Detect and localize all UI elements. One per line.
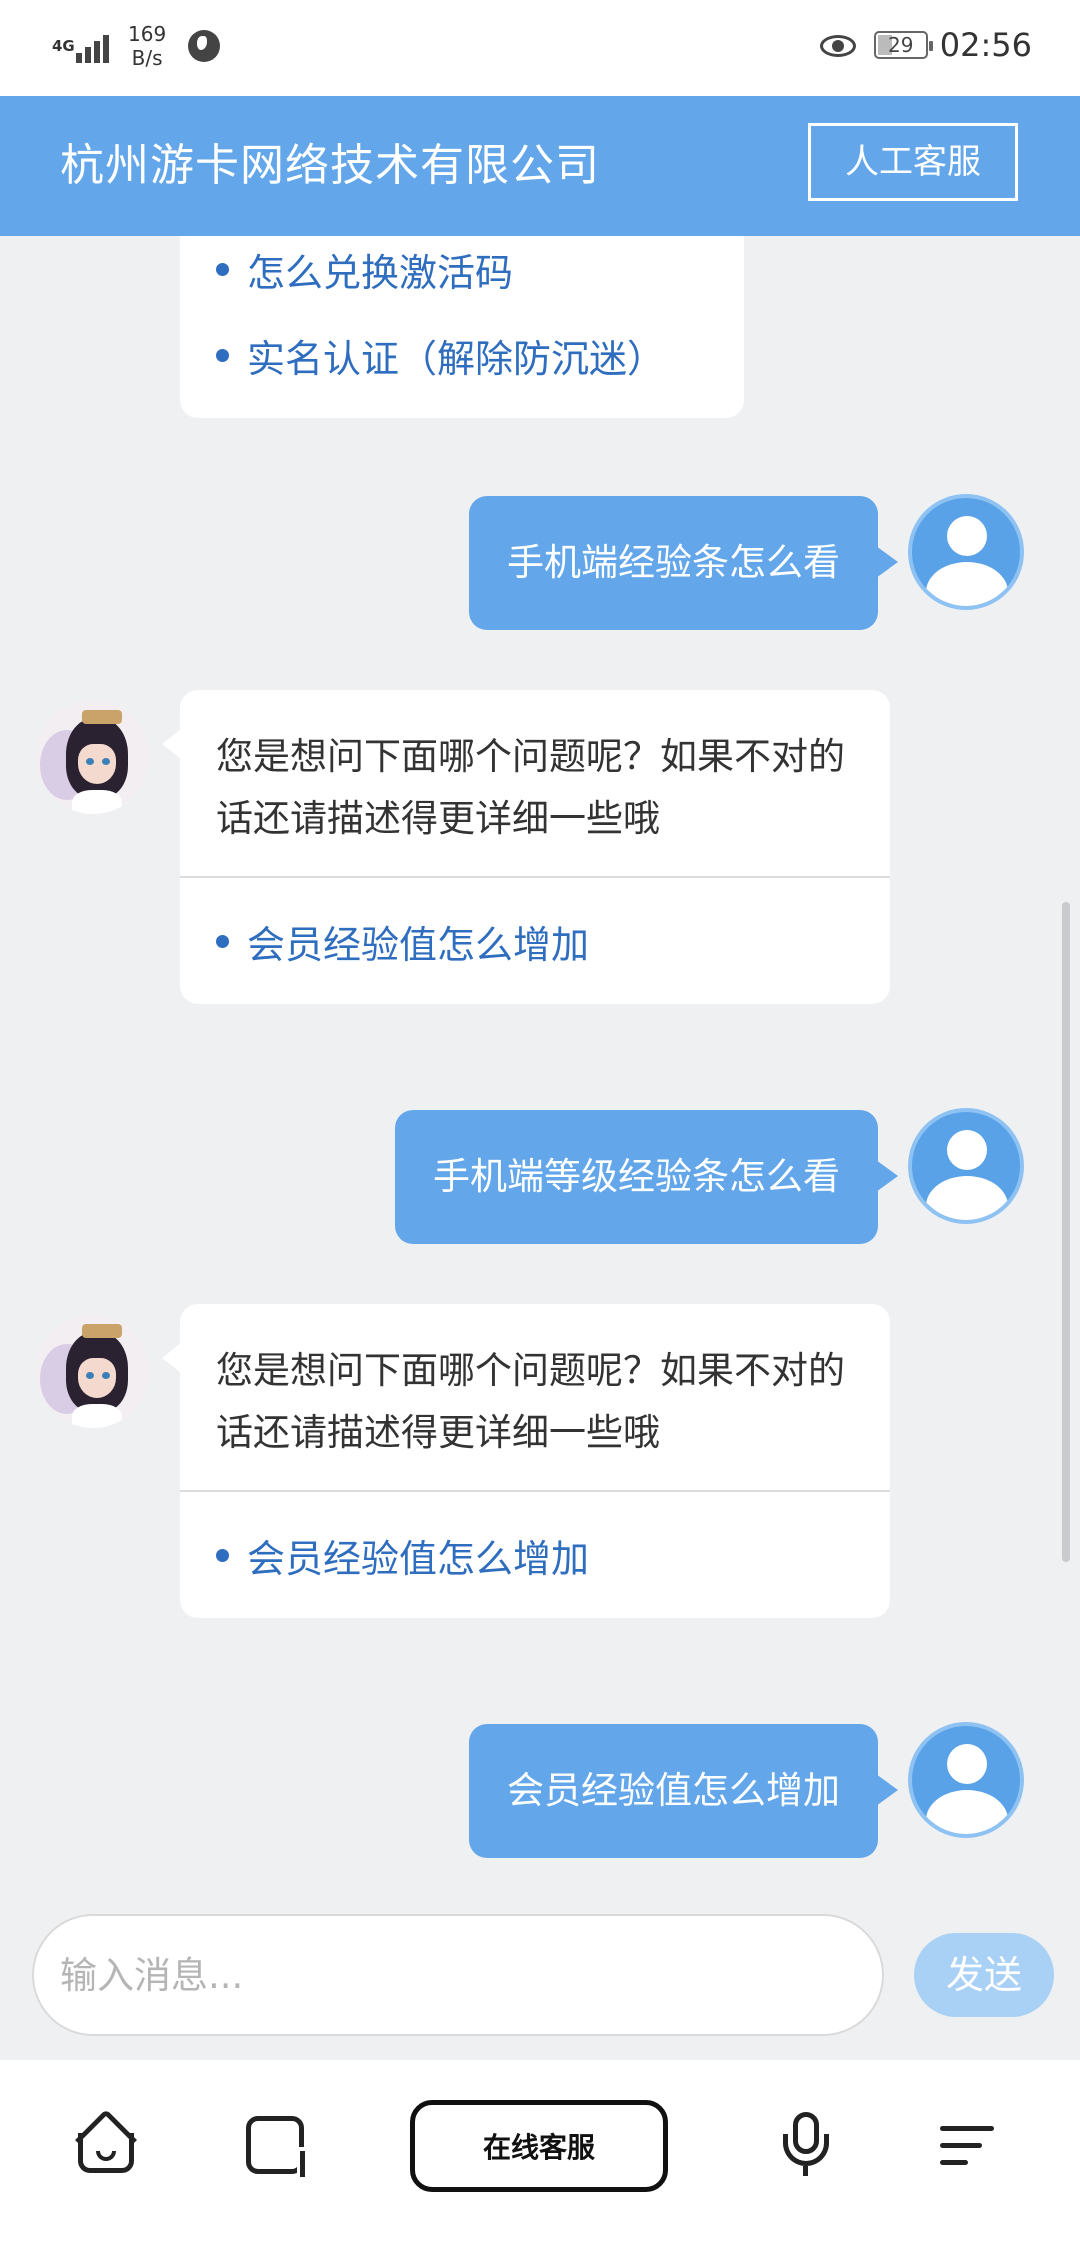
page-title: 杭州游卡网络技术有限公司 [60, 140, 600, 191]
speed-unit: B/s [131, 46, 163, 70]
bot-message: 怎么兑换激活码 实名认证（解除防沉迷） [180, 236, 744, 418]
bot-avatar [36, 700, 150, 814]
human-agent-button[interactable]: 人工客服 [808, 123, 1018, 201]
network-speed: 169 B/s [128, 22, 166, 70]
user-message: 手机端经验条怎么看 [469, 496, 898, 630]
bullet-icon [216, 1548, 229, 1562]
user-avatar [908, 1722, 1024, 1838]
faq-link[interactable]: 会员经验值怎么增加 [216, 898, 854, 984]
user-message: 手机端等级经验条怎么看 [395, 1110, 898, 1244]
menu-button[interactable] [940, 2100, 1000, 2190]
user-message: 会员经验值怎么增加 [469, 1724, 898, 1858]
home-icon [74, 2108, 138, 2175]
bullet-icon [216, 262, 229, 276]
user-avatar [908, 494, 1024, 610]
bot-message: 您是想问下面哪个问题呢？如果不对的话还请描述得更详细一些哦 会员经验值怎么增加 [162, 1304, 890, 1618]
faq-link[interactable]: 会员经验值怎么增加 [216, 1512, 854, 1598]
faq-link[interactable]: 怎么兑换激活码 [216, 236, 708, 312]
home-button[interactable] [68, 2100, 144, 2190]
send-button[interactable]: 发送 [914, 1933, 1054, 2017]
tabs-icon [246, 2116, 307, 2177]
bot-avatar [36, 1314, 150, 1428]
status-left: 4G 169 B/s [52, 22, 221, 70]
app-header: 杭州游卡网络技术有限公司 人工客服 [0, 96, 1080, 236]
message-input[interactable] [32, 1914, 884, 2036]
bottom-nav: 在线客服 [0, 2060, 1080, 2244]
faq-link[interactable]: 实名认证（解除防沉迷） [216, 312, 708, 398]
bullet-icon [216, 348, 229, 362]
user-avatar [908, 1108, 1024, 1224]
status-right: 29 02:56 [819, 26, 1032, 64]
chat-scrollbar[interactable] [1062, 902, 1070, 1562]
status-bar: 4G 169 B/s 29 02:56 [0, 0, 1080, 96]
menu-icon [940, 2125, 994, 2131]
voice-button[interactable] [776, 2100, 836, 2190]
speed-value: 169 [128, 22, 167, 46]
signal-icon [76, 29, 112, 63]
chat-area[interactable]: 怎么兑换激活码 实名认证（解除防沉迷） 手机端经验条怎么看 您是想问下面哪个问题… [0, 236, 1080, 1888]
eye-comfort-icon [819, 33, 856, 57]
globe-icon [188, 30, 221, 62]
bot-message: 您是想问下面哪个问题呢？如果不对的话还请描述得更详细一些哦 会员经验值怎么增加 [162, 690, 890, 1004]
bot-message-text: 您是想问下面哪个问题呢？如果不对的话还请描述得更详细一些哦 [216, 1349, 845, 1454]
battery-icon: 29 [873, 31, 933, 59]
network-type: 4G [52, 36, 75, 55]
input-bar: 发送 [0, 1888, 1080, 2060]
bullet-icon [216, 934, 229, 948]
microphone-icon [781, 2112, 831, 2178]
battery-level: 29 [888, 33, 914, 57]
tabs-button[interactable] [240, 2100, 310, 2190]
online-service-button[interactable]: 在线客服 [410, 2100, 668, 2192]
clock: 02:56 [939, 26, 1032, 64]
bot-message-text: 您是想问下面哪个问题呢？如果不对的话还请描述得更详细一些哦 [216, 735, 845, 840]
